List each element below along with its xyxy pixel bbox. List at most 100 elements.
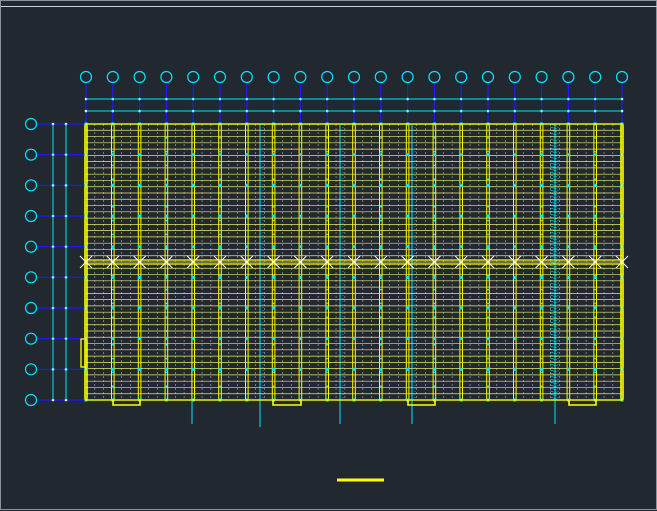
purlin-node — [594, 205, 597, 208]
column-node — [111, 367, 115, 371]
grid-bubble-col-2 — [106, 70, 119, 84]
column-node — [164, 183, 168, 187]
purlin-node — [111, 288, 114, 291]
hatch-strip — [549, 288, 558, 292]
column-node — [406, 153, 410, 157]
column-node — [298, 337, 302, 341]
purlin-node — [272, 385, 275, 388]
hatch-strip — [549, 156, 558, 160]
purlin-node — [165, 357, 168, 360]
hatch-strip — [549, 231, 558, 235]
purlin-node — [433, 288, 436, 291]
grid-bubble-col-6 — [213, 70, 227, 84]
hatch-strip — [549, 306, 558, 310]
purlin-node — [487, 219, 489, 222]
column-node — [540, 275, 544, 279]
purlin-node — [433, 371, 436, 374]
structural-plan-drawing[interactable] — [1, 1, 657, 511]
purlin-node — [326, 371, 329, 374]
hatch-strip — [549, 375, 558, 379]
purlin-node — [433, 219, 436, 222]
hatch-strip — [549, 270, 558, 274]
column-node — [486, 153, 490, 157]
hatch-strip — [549, 294, 558, 298]
hatch-strip — [549, 387, 558, 391]
column-node — [432, 337, 436, 341]
column-node — [111, 275, 115, 279]
hatch-strip — [549, 252, 558, 256]
column-node — [352, 214, 356, 218]
purlin-node — [594, 357, 597, 360]
hatch-strip — [549, 201, 558, 205]
purlin-node — [326, 150, 329, 153]
purlin-node — [219, 371, 221, 374]
hatch-strip — [549, 174, 558, 178]
purlin-node — [433, 385, 436, 388]
grid-bubble-col-1 — [79, 70, 93, 84]
hatch-strip — [549, 126, 558, 130]
column-node — [218, 214, 222, 218]
column-node — [486, 306, 490, 310]
column-node — [111, 245, 115, 249]
purlin-node — [272, 150, 275, 153]
purlin-node — [326, 302, 329, 305]
grid-bubble-row-10 — [24, 393, 38, 407]
purlin-node — [594, 316, 597, 319]
column-node — [218, 367, 222, 371]
purlin-node — [433, 343, 436, 346]
column-node — [245, 214, 249, 218]
purlin-node — [219, 343, 221, 346]
column-node — [540, 245, 544, 249]
hatch-strip — [549, 171, 558, 175]
purlin-node — [111, 150, 114, 153]
grid-bubble-col-14 — [428, 70, 441, 84]
purlin-node — [326, 136, 329, 139]
purlin-node — [111, 136, 114, 139]
column-node — [111, 183, 115, 187]
column-node — [272, 337, 276, 341]
purlin-node — [165, 316, 168, 319]
purlin-node — [594, 136, 597, 139]
column-node — [379, 183, 383, 187]
purlin-node — [540, 178, 543, 181]
purlin-node — [379, 357, 382, 360]
column-node — [486, 367, 490, 371]
cad-viewport[interactable] — [0, 0, 657, 510]
grid-bubble-row-4 — [24, 209, 38, 223]
purlin-node — [165, 205, 168, 208]
purlin-node — [433, 136, 436, 139]
grid-bubble-col-19 — [562, 70, 575, 84]
hatch-strip — [549, 225, 558, 229]
purlin-node — [594, 150, 597, 153]
column-node — [459, 306, 463, 310]
hatch-strip — [549, 237, 558, 241]
column-node — [245, 245, 249, 249]
purlin-node — [540, 385, 543, 388]
column-node — [218, 153, 222, 157]
purlin-node — [111, 205, 114, 208]
hatch-strip — [549, 150, 558, 154]
opening-detail-2 — [272, 400, 302, 406]
column-node — [593, 337, 597, 341]
column-node — [379, 337, 383, 341]
hatch-strip — [549, 276, 558, 280]
column-node — [298, 153, 302, 157]
hatch-strip — [549, 186, 558, 190]
purlin-node — [219, 136, 221, 139]
grid-bubble-col-16 — [481, 70, 495, 84]
column-node — [191, 275, 195, 279]
grid-bubble-col-20 — [589, 70, 602, 84]
hatch-strip — [549, 243, 558, 247]
purlin-node — [433, 150, 436, 153]
purlin-node — [379, 385, 382, 388]
column-node — [352, 337, 356, 341]
purlin-node — [272, 357, 275, 360]
grid-bubble-row-5 — [24, 240, 38, 253]
column-node — [352, 275, 356, 279]
purlin-node — [540, 316, 543, 319]
column-node — [218, 306, 222, 310]
purlin-node — [540, 371, 543, 374]
column-node — [138, 245, 142, 249]
column-node — [486, 337, 490, 341]
hatch-strip — [549, 132, 558, 136]
